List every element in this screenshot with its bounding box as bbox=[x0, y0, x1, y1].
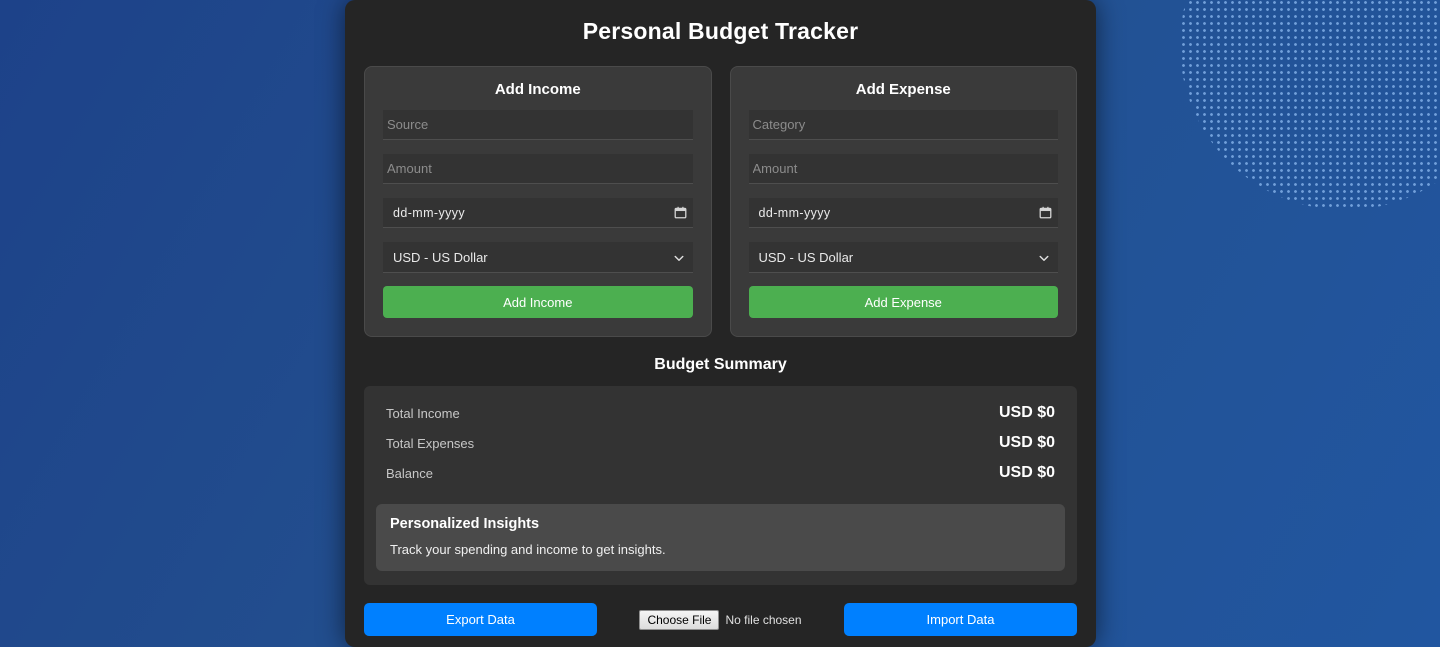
dotted-arc-decoration bbox=[1180, 0, 1440, 210]
expense-currency-select[interactable]: USD - US Dollar bbox=[748, 242, 1058, 273]
summary-label: Balance bbox=[386, 465, 433, 481]
add-income-heading: Add Income bbox=[494, 81, 581, 98]
calendar-icon[interactable] bbox=[1039, 206, 1052, 219]
summary-label: Total Expenses bbox=[386, 435, 475, 451]
app-window: Personal Budget Tracker Add Income dd-mm… bbox=[345, 0, 1096, 647]
insights-text: Track your spending and income to get in… bbox=[390, 542, 666, 557]
summary-value: USD $0 bbox=[998, 434, 1055, 451]
budget-summary-card: Total Income USD $0 Total Expenses USD $… bbox=[364, 386, 1077, 585]
income-date-value: dd-mm-yyyy bbox=[393, 205, 466, 220]
calendar-icon[interactable] bbox=[674, 206, 687, 219]
chevron-down-icon bbox=[673, 251, 685, 263]
expense-category-input[interactable] bbox=[748, 110, 1058, 140]
bottom-action-bar: Export Data Choose File No file chosen I… bbox=[345, 585, 1096, 636]
income-amount-input[interactable] bbox=[383, 154, 693, 184]
expense-date-input[interactable]: dd-mm-yyyy bbox=[748, 198, 1058, 228]
personalized-insights-box: Personalized Insights Track your spendin… bbox=[376, 504, 1065, 571]
import-file-input[interactable]: Choose File No file chosen bbox=[597, 609, 844, 630]
add-expense-card: Add Expense dd-mm-yyyy USD - US Dollar bbox=[729, 66, 1077, 337]
insights-title: Personalized Insights bbox=[390, 516, 540, 532]
add-income-button[interactable]: Add Income bbox=[383, 286, 693, 318]
summary-row-balance: Balance USD $0 bbox=[376, 458, 1065, 488]
summary-label: Total Income bbox=[386, 405, 460, 421]
summary-value: USD $0 bbox=[998, 464, 1055, 481]
summary-value: USD $0 bbox=[998, 404, 1055, 421]
add-expense-heading: Add Expense bbox=[855, 81, 951, 98]
chevron-down-icon bbox=[1038, 251, 1050, 263]
add-income-card: Add Income dd-mm-yyyy USD - US Dollar bbox=[364, 66, 712, 337]
expense-amount-input[interactable] bbox=[748, 154, 1058, 184]
choose-file-button[interactable]: Choose File bbox=[639, 609, 720, 630]
income-source-input[interactable] bbox=[383, 110, 693, 140]
summary-row-total-expenses: Total Expenses USD $0 bbox=[376, 428, 1065, 458]
forms-row: Add Income dd-mm-yyyy USD - US Dollar bbox=[345, 47, 1096, 337]
expense-date-value: dd-mm-yyyy bbox=[758, 205, 831, 220]
income-currency-value: USD - US Dollar bbox=[393, 249, 488, 265]
import-data-button[interactable]: Import Data bbox=[844, 603, 1077, 636]
no-file-chosen-label: No file chosen bbox=[725, 612, 802, 627]
page-title: Personal Budget Tracker bbox=[582, 18, 859, 44]
budget-summary-heading: Budget Summary bbox=[654, 356, 787, 373]
income-date-input[interactable]: dd-mm-yyyy bbox=[383, 198, 693, 228]
expense-currency-value: USD - US Dollar bbox=[758, 249, 854, 265]
income-currency-select[interactable]: USD - US Dollar bbox=[383, 242, 693, 273]
summary-row-total-income: Total Income USD $0 bbox=[376, 398, 1065, 428]
export-data-button[interactable]: Export Data bbox=[364, 603, 597, 636]
add-expense-button[interactable]: Add Expense bbox=[748, 286, 1058, 318]
